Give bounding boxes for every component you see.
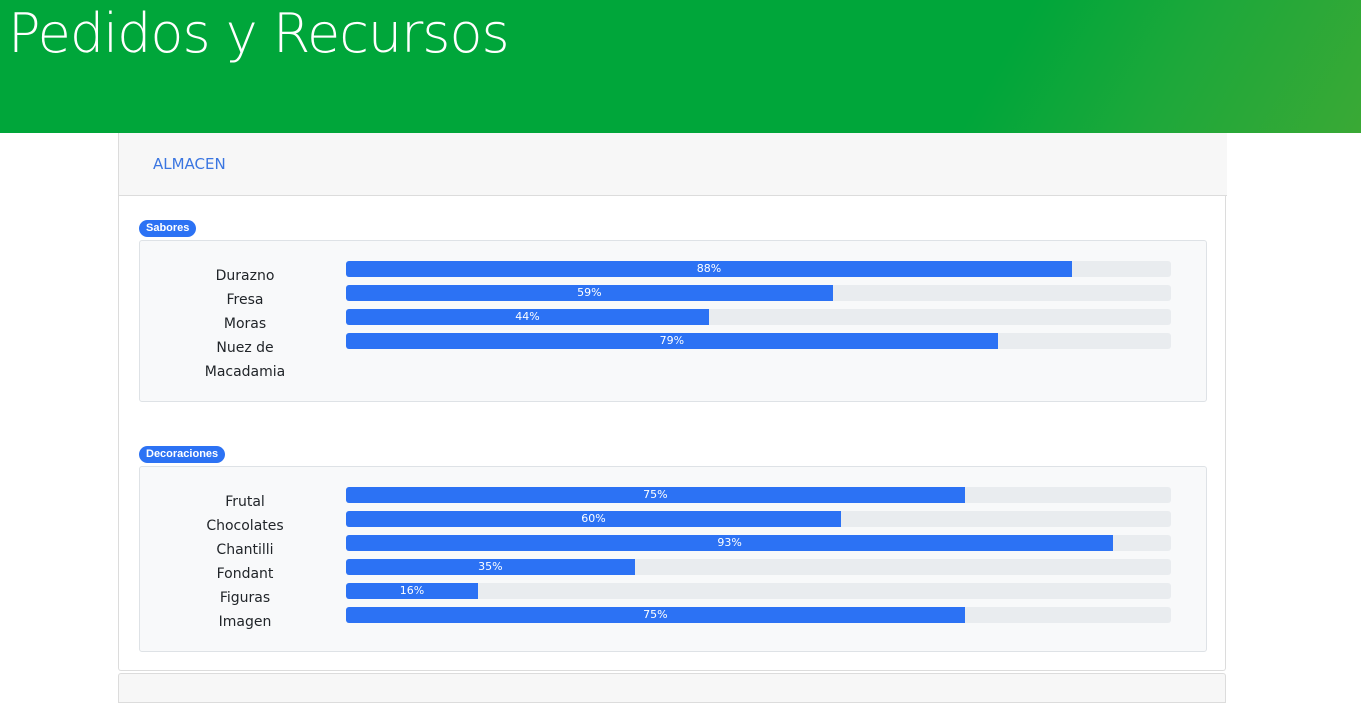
list-item: Nuez de Macadamia 79% (140, 333, 1208, 381)
progress-bar-nuez-de-macadamia: 79% (346, 333, 998, 349)
progress-track: 93% (346, 535, 1171, 551)
progress-track: 79% (346, 333, 1171, 349)
progress-bar-chantilli: 93% (346, 535, 1114, 551)
progress-bar-fondant: 35% (346, 559, 635, 575)
progress-track: 59% (346, 285, 1171, 301)
progress-bar-imagen: 75% (346, 607, 965, 623)
page-title: Pedidos y Recursos (8, 2, 510, 65)
progress-bar-figuras: 16% (346, 583, 478, 599)
progress-track: 44% (346, 309, 1171, 325)
progress-track: 75% (346, 607, 1171, 623)
progress-bar-moras: 44% (346, 309, 709, 325)
list-item: Figuras 16% (140, 583, 1208, 607)
list-item: Chantilli 93% (140, 535, 1208, 559)
progress-bar-fresa: 59% (346, 285, 833, 301)
progress-track: 60% (346, 511, 1171, 527)
progress-track: 88% (346, 261, 1171, 277)
card-header: ALMACEN (119, 133, 1227, 196)
decoraciones-panel: Frutal 75% Chocolates 60% Chantilli 93% … (139, 466, 1207, 652)
list-item: Chocolates 60% (140, 511, 1208, 535)
list-item: Fondant 35% (140, 559, 1208, 583)
list-item: Moras 44% (140, 309, 1208, 333)
progress-track: 75% (346, 487, 1171, 503)
badge-sabores: Sabores (139, 220, 197, 237)
list-item: Fresa 59% (140, 285, 1208, 309)
item-label: Imagen (218, 614, 272, 630)
progress-track: 16% (346, 583, 1171, 599)
progress-track: 35% (346, 559, 1171, 575)
almacen-card: ALMACEN Sabores Durazno 88% Fresa 59% Mo… (118, 133, 1227, 671)
list-item: Imagen 75% (140, 607, 1208, 631)
progress-bar-chocolates: 60% (346, 511, 841, 527)
sabores-panel: Durazno 88% Fresa 59% Moras 44% Nuez de … (139, 240, 1207, 402)
next-card-edge (118, 673, 1226, 703)
tab-almacen[interactable]: ALMACEN (153, 155, 226, 173)
list-item: Durazno 88% (140, 261, 1208, 285)
badge-decoraciones: Decoraciones (139, 446, 226, 463)
page-header: Pedidos y Recursos (0, 0, 1361, 133)
item-label: Nuez de Macadamia (204, 340, 286, 380)
list-item: Frutal 75% (140, 487, 1208, 511)
progress-bar-durazno: 88% (346, 261, 1072, 277)
progress-bar-frutal: 75% (346, 487, 965, 503)
